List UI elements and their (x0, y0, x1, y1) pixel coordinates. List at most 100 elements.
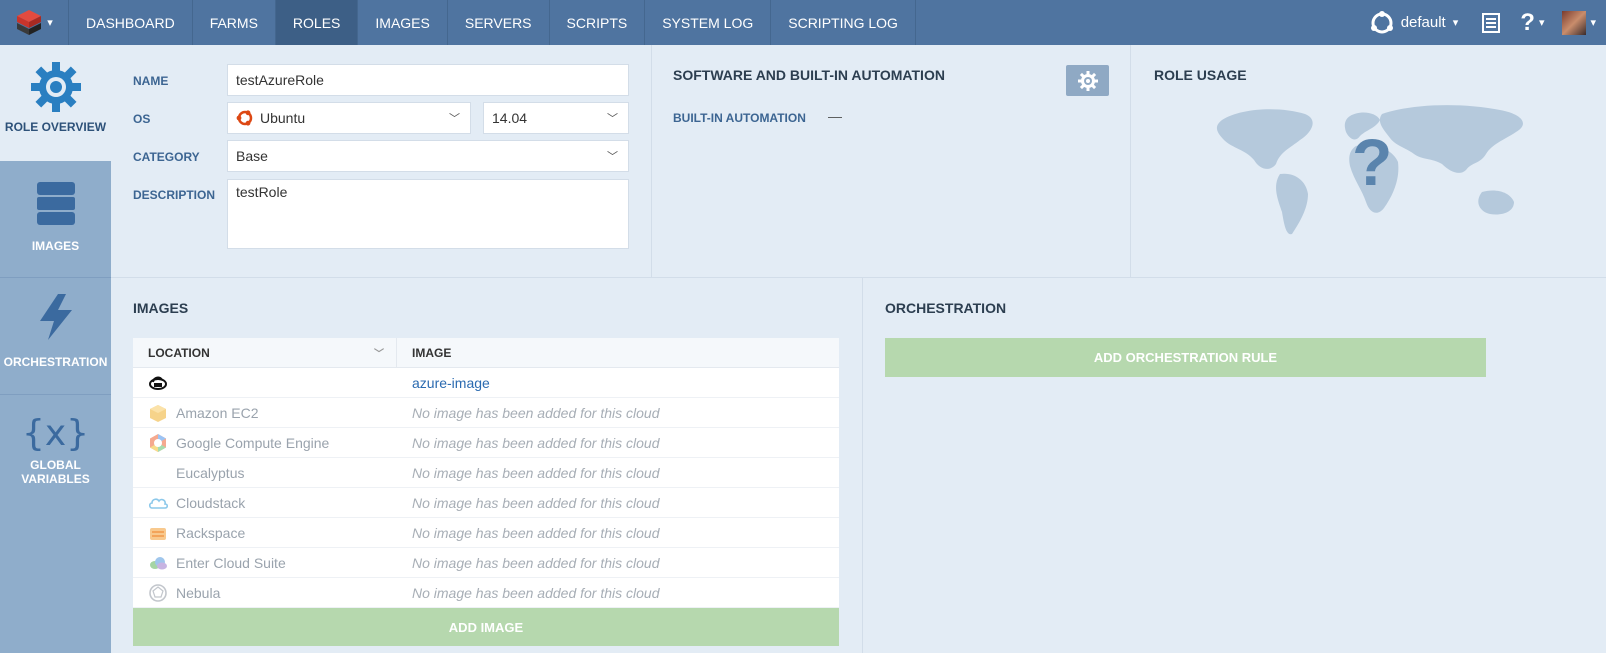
automation-settings-button[interactable] (1066, 65, 1109, 96)
variables-icon: {x} (21, 413, 90, 454)
nav-images[interactable]: IMAGES (358, 0, 448, 45)
chevron-down-icon: ▾ (1590, 17, 1596, 29)
nav-scripts[interactable]: SCRIPTS (550, 0, 646, 45)
sidebar-item-label: ORCHESTRATION (3, 355, 108, 369)
sidebar-item-role-overview[interactable]: ROLE OVERVIEW (0, 45, 111, 161)
location-cell: Enter Cloud Suite (133, 548, 397, 577)
amazon-ec2-icon (148, 403, 168, 423)
image-cell: No image has been added for this cloud (412, 404, 660, 421)
builtin-automation-value: — (828, 108, 842, 124)
sidebar-item-global-variables[interactable]: {x} GLOBAL VARIABLES (0, 395, 111, 511)
lightning-icon (39, 294, 72, 340)
category-select[interactable]: Base ﹀ (227, 140, 629, 172)
cloud-name: Nebula (176, 584, 221, 601)
description-value: testRole (236, 184, 288, 200)
sidebar-item-label-line1: GLOBAL (30, 458, 81, 472)
help-menu[interactable]: ? ▾ (1520, 9, 1544, 37)
cloud-name: Enter Cloud Suite (176, 554, 286, 571)
ubuntu-icon (236, 110, 253, 126)
nav-dashboard[interactable]: DASHBOARD (69, 0, 193, 45)
column-divider (862, 278, 863, 653)
add-image-button[interactable]: ADD IMAGE (133, 608, 839, 646)
chevron-down-icon: ▾ (1538, 17, 1545, 29)
azure-icon (148, 373, 168, 393)
nav-roles[interactable]: ROLES (275, 0, 359, 45)
environment-selector[interactable]: default ▾ (1370, 10, 1458, 35)
name-value: testAzureRole (236, 72, 324, 88)
os-version-select[interactable]: 14.04 ﹀ (483, 102, 629, 134)
table-row: Rackspace No image has been added for th… (133, 518, 839, 548)
sidebar-item-label: ROLE OVERVIEW (4, 120, 107, 134)
location-cell: Nebula (133, 578, 397, 607)
image-column-header: IMAGE (397, 338, 451, 367)
nebula-icon (148, 583, 168, 603)
sidebar-item-label-line2: VARIABLES (21, 472, 90, 486)
gear-icon (30, 62, 81, 112)
rackspace-icon (148, 523, 168, 543)
os-select[interactable]: Ubuntu ﹀ (227, 102, 471, 134)
nav-system-log[interactable]: SYSTEM LOG (645, 0, 772, 45)
add-orchestration-rule-button[interactable]: ADD ORCHESTRATION RULE (885, 338, 1486, 377)
location-cell: Amazon EC2 (133, 398, 397, 427)
section-divider (111, 277, 1606, 278)
sidebar-item-orchestration[interactable]: ORCHESTRATION (0, 278, 111, 394)
os-value: Ubuntu (260, 110, 306, 126)
table-row: Eucalyptus No image has been added for t… (133, 458, 839, 488)
category-value: Base (236, 148, 268, 164)
image-header-label: IMAGE (412, 345, 452, 360)
location-cell: Eucalyptus (133, 458, 397, 487)
gear-icon (1077, 70, 1098, 91)
image-cell: No image has been added for this cloud (412, 584, 660, 601)
notes-button[interactable] (1480, 12, 1502, 34)
sidebar-item-label: IMAGES (31, 239, 80, 253)
sidebar-item-images[interactable]: IMAGES (0, 161, 111, 277)
cloud-name: Eucalyptus (176, 464, 245, 481)
image-cell: No image has been added for this cloud (412, 524, 660, 541)
image-cell: No image has been added for this cloud (412, 554, 660, 571)
location-header-label: LOCATION (148, 345, 210, 360)
orchestration-section-title: ORCHESTRATION (885, 300, 1007, 316)
name-field[interactable]: testAzureRole (227, 64, 629, 96)
image-cell: No image has been added for this cloud (412, 494, 660, 511)
user-menu[interactable]: ▾ (1562, 10, 1596, 35)
os-version-value: 14.04 (492, 110, 528, 126)
environment-icon (1370, 10, 1393, 33)
avatar (1562, 10, 1587, 35)
chevron-down-icon: ﹀ (449, 113, 460, 125)
table-row: Amazon EC2 No image has been added for t… (133, 398, 839, 428)
enter-cloud-suite-icon (148, 553, 168, 573)
table-row: Nebula No image has been added for this … (133, 578, 839, 608)
notes-icon (1482, 12, 1501, 33)
google-compute-icon (148, 433, 168, 453)
eucalyptus-icon (148, 463, 168, 483)
role-usage-title: ROLE USAGE (1154, 67, 1247, 83)
os-label: OS (133, 112, 151, 126)
nav-farms[interactable]: FARMS (193, 0, 276, 45)
description-label: DESCRIPTION (133, 188, 216, 202)
image-link[interactable]: azure-image (397, 368, 839, 397)
environment-name: default (1400, 14, 1446, 31)
location-column-header[interactable]: LOCATION ﹀ (133, 338, 397, 367)
image-cell: No image has been added for this cloud (412, 464, 660, 481)
app-logo-icon (17, 9, 42, 35)
software-section-title: SOFTWARE AND BUILT-IN AUTOMATION (673, 67, 945, 83)
location-cell: Rackspace (133, 518, 397, 547)
nav-servers[interactable]: SERVERS (448, 0, 550, 45)
location-cell: Cloudstack (133, 488, 397, 517)
question-mark-icon: ? (1520, 8, 1535, 36)
cloud-name: Amazon EC2 (176, 404, 259, 421)
chevron-down-icon: ﹀ (607, 113, 618, 125)
column-divider (1130, 45, 1131, 277)
stack-icon (36, 182, 75, 225)
chevron-down-icon: ﹀ (607, 151, 618, 163)
table-row: azure-image (133, 368, 839, 398)
app-logo-menu[interactable]: ▾ (0, 0, 69, 45)
table-row: Google Compute Engine No image has been … (133, 428, 839, 458)
chevron-down-icon: ▾ (47, 17, 53, 29)
nav-scripting-log[interactable]: SCRIPTING LOG (771, 0, 916, 45)
table-row: Enter Cloud Suite No image has been adde… (133, 548, 839, 578)
table-header: LOCATION ﹀ IMAGE (133, 338, 839, 368)
chevron-down-icon: ﹀ (374, 349, 384, 360)
cloud-name: Google Compute Engine (176, 434, 330, 451)
description-field[interactable]: testRole (227, 179, 629, 249)
